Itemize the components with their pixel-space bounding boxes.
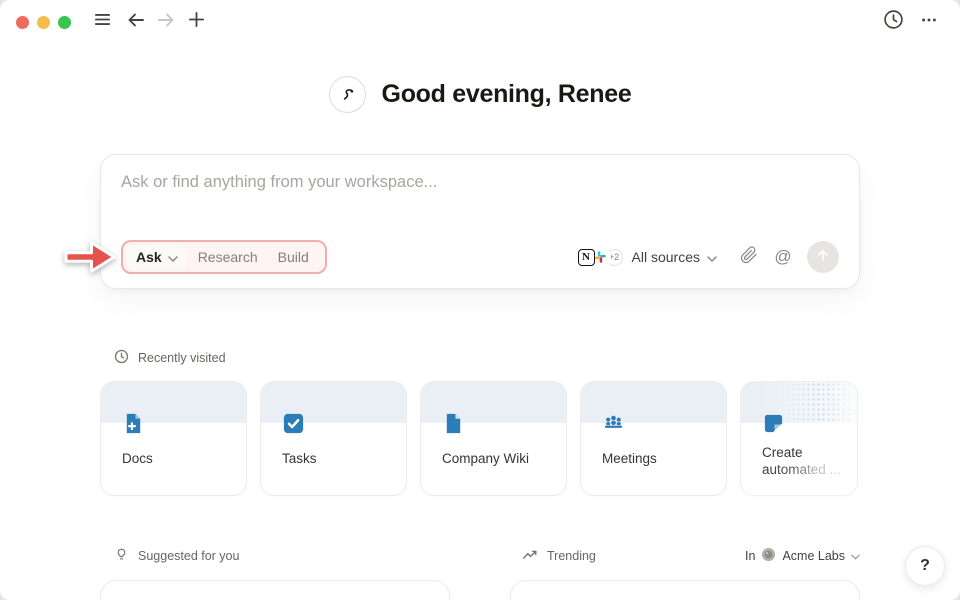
trending-title: Trending bbox=[547, 549, 596, 563]
card-label-line1: Create bbox=[762, 445, 803, 460]
new-tab-button[interactable] bbox=[181, 7, 211, 37]
suggested-title: Suggested for you bbox=[138, 549, 239, 563]
card-meetings[interactable]: Meetings bbox=[580, 381, 727, 496]
hamburger-icon bbox=[93, 10, 112, 34]
card-label: Create automated ... bbox=[762, 444, 841, 478]
titlebar bbox=[0, 0, 960, 44]
workspace-selector[interactable]: In Acme Labs bbox=[745, 547, 860, 565]
tab-research[interactable]: Research bbox=[189, 245, 267, 269]
clock-icon bbox=[114, 349, 129, 367]
notion-source-icon: N bbox=[578, 249, 595, 266]
card-tasks[interactable]: Tasks bbox=[260, 381, 407, 496]
forward-button[interactable] bbox=[151, 7, 181, 37]
task-check-icon bbox=[282, 412, 305, 440]
suggested-card[interactable] bbox=[100, 580, 450, 600]
trending-card[interactable] bbox=[510, 580, 860, 600]
card-docs[interactable]: Docs bbox=[100, 381, 247, 496]
card-company-wiki[interactable]: Company Wiki bbox=[420, 381, 567, 496]
forward-arrow-icon bbox=[156, 10, 176, 35]
trending-icon bbox=[522, 547, 538, 566]
annotation-arrow bbox=[63, 239, 117, 275]
card-label: Tasks bbox=[282, 451, 317, 466]
card-create-automated[interactable]: Create automated ... bbox=[740, 381, 858, 496]
ask-input[interactable] bbox=[121, 173, 839, 217]
card-label-line2: automated ... bbox=[762, 462, 841, 477]
greeting-title: Good evening, Renee bbox=[382, 80, 632, 109]
source-selector[interactable]: All sources bbox=[632, 249, 717, 265]
back-arrow-icon bbox=[126, 10, 146, 35]
card-label: Docs bbox=[122, 451, 153, 466]
tab-ask[interactable]: Ask bbox=[127, 245, 187, 269]
zoom-window-button[interactable] bbox=[58, 16, 71, 29]
help-button[interactable]: ? bbox=[905, 546, 945, 586]
workspace-logo-icon bbox=[761, 547, 776, 565]
attach-file-button[interactable] bbox=[735, 243, 763, 271]
recently-visited-title: Recently visited bbox=[138, 351, 226, 365]
composer-toolbar: Ask Research Build N bbox=[121, 240, 839, 274]
template-icon bbox=[762, 412, 785, 440]
trending-header: Trending bbox=[510, 547, 596, 566]
notion-ai-face-icon bbox=[329, 76, 366, 113]
close-window-button[interactable] bbox=[16, 16, 29, 29]
minimize-window-button[interactable] bbox=[37, 16, 50, 29]
people-icon bbox=[602, 412, 625, 440]
send-button[interactable] bbox=[807, 241, 839, 273]
menu-button[interactable] bbox=[87, 7, 117, 37]
lightbulb-icon bbox=[114, 547, 129, 565]
mode-switcher: Ask Research Build bbox=[121, 240, 327, 274]
mention-button[interactable]: @ bbox=[769, 243, 797, 271]
at-icon: @ bbox=[774, 247, 791, 267]
traffic-lights bbox=[16, 16, 71, 29]
source-selector-label: All sources bbox=[632, 249, 700, 265]
connected-sources[interactable]: N +2 bbox=[578, 249, 623, 266]
more-options-button[interactable] bbox=[914, 7, 944, 37]
composer-actions: N +2 All sources bbox=[578, 241, 839, 273]
ellipsis-icon bbox=[920, 11, 938, 34]
chevron-down-icon bbox=[851, 549, 860, 563]
app-window: Good evening, Renee Ask Research Build bbox=[0, 0, 960, 600]
recently-visited-header: Recently visited bbox=[100, 349, 860, 367]
document-icon bbox=[442, 412, 465, 440]
paperclip-icon bbox=[740, 246, 758, 269]
recently-visited-section: Recently visited Docs bbox=[100, 349, 860, 496]
workspace-name: Acme Labs bbox=[782, 549, 845, 563]
chevron-down-icon bbox=[707, 249, 717, 265]
workspace-prefix: In bbox=[745, 549, 755, 563]
trending-column: Trending In Acme Labs bbox=[510, 546, 860, 600]
suggested-header: Suggested for you bbox=[100, 547, 239, 565]
tab-build[interactable]: Build bbox=[269, 245, 318, 269]
greeting: Good evening, Renee bbox=[0, 76, 960, 113]
tab-ask-label: Ask bbox=[136, 249, 162, 265]
card-header bbox=[741, 382, 857, 423]
suggested-column: Suggested for you bbox=[100, 546, 450, 600]
clock-icon bbox=[883, 9, 904, 35]
bottom-section: Suggested for you Trending In Ac bbox=[100, 546, 860, 600]
question-mark-icon: ? bbox=[920, 557, 930, 575]
recently-visited-cards: Docs Tasks bbox=[100, 381, 860, 496]
arrow-up-icon bbox=[815, 247, 831, 268]
card-label: Company Wiki bbox=[442, 451, 529, 466]
ask-composer: Ask Research Build N bbox=[100, 154, 860, 289]
card-label: Meetings bbox=[602, 451, 657, 466]
doc-add-icon bbox=[122, 412, 145, 440]
back-button[interactable] bbox=[121, 7, 151, 37]
plus-icon bbox=[187, 10, 206, 34]
chevron-down-icon bbox=[168, 249, 178, 265]
history-button[interactable] bbox=[878, 7, 908, 37]
